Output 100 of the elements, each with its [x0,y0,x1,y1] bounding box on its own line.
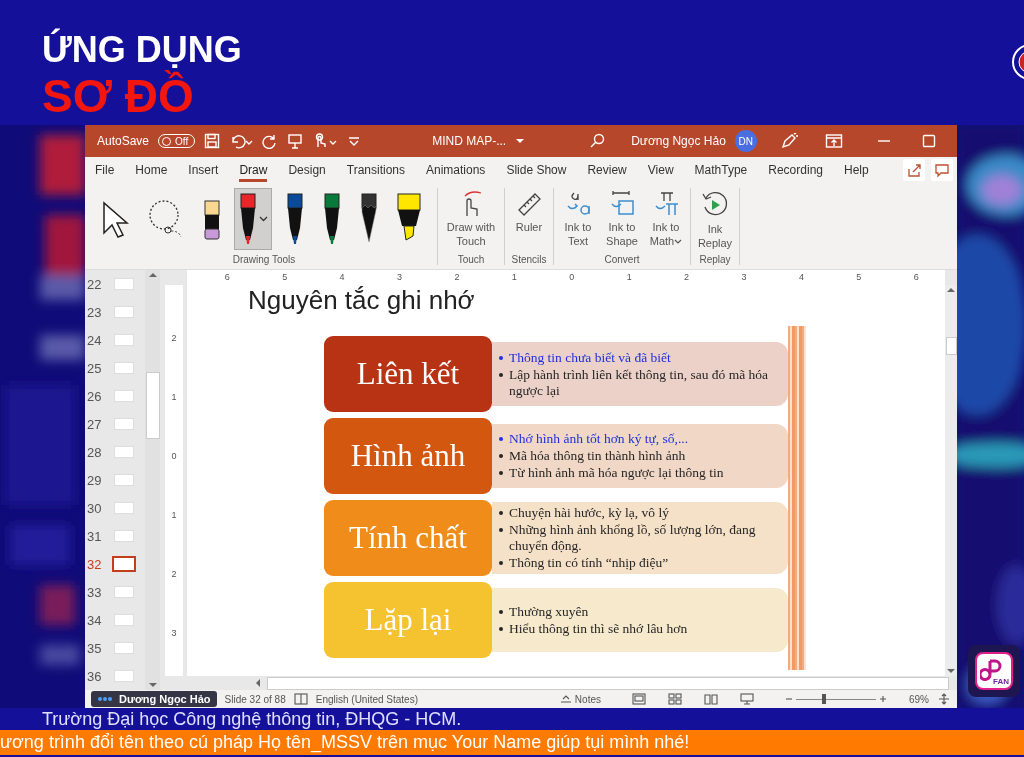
ribbon-button[interactable]: Draw with Touch [442,188,500,250]
ruler-label: 2 [171,331,177,345]
avatar[interactable]: DN [734,130,757,152]
ruler-label: 3 [395,271,403,284]
ruler-label: 3 [171,626,177,640]
slide-number: 23 [87,304,103,320]
save-icon[interactable] [204,133,221,149]
accessibility-icon[interactable] [293,693,308,705]
logo-mark-icon [980,657,1002,681]
slide-number: 25 [87,360,103,376]
redo-icon[interactable] [262,133,279,149]
bullet-item: Nhớ hình ảnh tốt hơn ký tự, số,... [498,431,782,447]
pen-tool[interactable] [234,188,272,250]
bullet-item: Thường xuyên [498,603,782,620]
category-box: Lặp lại [324,582,492,658]
user-name[interactable]: Dương Ngọc Hảo [631,134,726,148]
zoom-percent[interactable]: 69% [909,693,929,705]
slide-number: 31 [87,528,103,544]
ruler-label: 1 [171,508,177,522]
ruler-label: 0 [171,449,177,463]
fit-to-window-icon[interactable] [937,693,951,705]
slide-number: 27 [87,416,103,432]
undo-icon[interactable] [229,133,254,149]
emblem-icon [1010,42,1024,82]
group-label: Stencils [511,254,547,265]
presenter-name: Dương Ngọc Hảo [119,693,211,705]
pen-icon[interactable] [779,133,798,149]
ribbon-tab[interactable]: MathType [694,157,748,182]
scroll-up-icon[interactable] [946,285,956,295]
slide-number: 28 [87,444,103,460]
logo-text: FAN [993,677,1009,686]
slideshow-icon[interactable] [739,693,755,705]
ruler-label: 0 [568,271,576,284]
maximize-icon[interactable] [921,134,936,148]
document-title[interactable]: MIND MAP-... [432,134,507,148]
title-text: SƠ ĐỒ [42,70,194,122]
zoom-out-icon[interactable] [785,695,793,703]
ribbon-tab[interactable]: File [95,157,115,182]
slide-number: 34 [87,612,103,628]
ruler-label: 2 [453,271,461,284]
bullet-item: Những hình ảnh khổng lồ, số lượng lớn, đang chuyển động. [498,522,782,554]
heading: ỨNG DỤNG [42,30,242,70]
ruler-label: 4 [338,271,346,284]
ribbon-button[interactable]: Ink to Text [558,188,598,250]
ruler-label: 1 [510,271,518,284]
zoom-in-icon[interactable] [879,695,887,703]
slide-sorter-icon[interactable] [667,693,683,705]
slide-number: 33 [87,584,103,600]
comment-icon[interactable] [931,158,953,181]
slide-number: 32 [87,556,103,572]
ribbon-tab[interactable]: Help [844,157,869,182]
category-box: Liên kết [324,336,492,412]
ink-to-text-icon [564,190,592,218]
ribbon-display-icon[interactable] [824,133,843,149]
share-icon[interactable] [903,158,925,181]
ink-to-math-icon [652,190,680,218]
group-label: Replay [699,254,731,265]
search-icon[interactable] [590,133,607,149]
reading-view-icon[interactable] [703,693,719,705]
ribbon-button[interactable]: Ruler [509,188,549,236]
ribbon-tab[interactable]: Insert [188,157,219,182]
caret-icon[interactable] [515,137,526,145]
ruler-label: 2 [683,271,691,284]
ribbon-tab[interactable]: Draw [239,157,268,182]
slide-thumbnail[interactable] [112,556,136,572]
ribbon-button[interactable]: Ink Replay [695,188,735,252]
slide-number: 26 [87,388,103,404]
scrollbar-thumb[interactable] [145,371,160,439]
ribbon-tab[interactable]: View [647,157,674,182]
ribbon-tab[interactable]: Review [587,157,627,182]
slide-number: 30 [87,500,103,516]
language-label[interactable]: English (United States) [315,693,418,705]
scroll-up-icon[interactable] [147,270,158,280]
ribbon-tab[interactable]: Home [135,157,168,182]
ribbon-tab[interactable]: Slide Show [506,157,567,182]
normal-view-icon[interactable] [631,693,647,705]
ruler-label: 5 [855,271,863,284]
eraser-icon [203,197,221,241]
ribbon-tab[interactable]: Animations [426,157,486,182]
slide-counter: Slide 32 of 88 [224,693,286,705]
ruler-label: 6 [223,271,231,284]
caret-icon [259,216,268,222]
bullet-item: Mã hóa thông tin thành hình ảnh [498,448,782,464]
ribbon-button[interactable]: Ink to Math [646,188,686,250]
ribbon-button[interactable]: Ink to Shape [602,188,642,250]
ribbon-tab[interactable]: Transitions [346,157,405,182]
autosave-label: AutoSave [97,134,150,148]
bullet-item: Hiểu thông tin thì sẽ nhớ lâu hơn [498,620,782,637]
bullet-item: Từ hình ảnh mã hóa ngược lại thông tin [498,465,782,481]
presentation-icon[interactable] [287,133,304,149]
ribbon-tab[interactable]: Design [288,157,326,182]
slide-number: 35 [87,640,103,656]
ruler-label: 6 [912,271,920,284]
ribbon-tab[interactable]: Recording [768,157,823,182]
zoom-slider-thumb[interactable] [822,693,826,704]
notes-button[interactable]: Notes [559,693,601,705]
ruler-label: 1 [171,390,177,404]
bullet-item: Lập hành trình liên kết thông tin, sau đó mã hóa ngược lại [498,366,782,399]
notes-icon [559,694,572,704]
scrollbar-thumb[interactable] [945,336,957,355]
